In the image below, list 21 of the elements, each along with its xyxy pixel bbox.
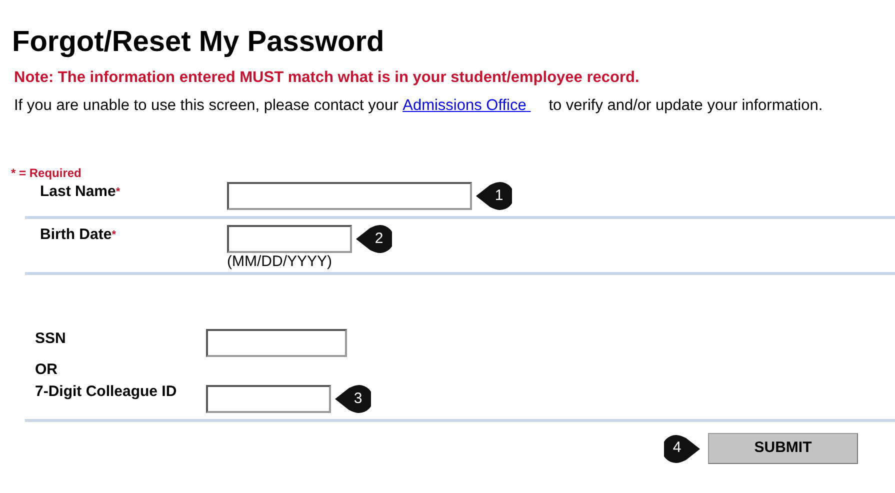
or-text: OR bbox=[35, 361, 58, 378]
field-label: Birth Date* bbox=[40, 225, 117, 245]
admissions-link[interactable]: Admissions Office bbox=[402, 96, 531, 116]
required-legend: * = Required bbox=[11, 166, 82, 180]
ssn-field[interactable] bbox=[206, 329, 347, 357]
field-label: Last Name* bbox=[40, 182, 122, 202]
page-title: Forgot/Reset My Password bbox=[12, 25, 386, 60]
callout-marker: 2 bbox=[354, 225, 392, 253]
callout-marker: 1 bbox=[474, 182, 512, 210]
field-label: SSN bbox=[35, 328, 67, 349]
note-text: Note: The information entered MUST match what is in your student/employee record. bbox=[14, 68, 640, 88]
submit-button[interactable]: SUBMIT bbox=[708, 433, 858, 464]
intro-text: to verify and/or update your information. bbox=[548, 96, 823, 116]
colleague-id-field[interactable] bbox=[206, 385, 331, 413]
text-field[interactable] bbox=[227, 225, 352, 253]
date-format-hint: (MM/DD/YYYY) bbox=[227, 253, 333, 270]
callout-marker: 4 bbox=[664, 434, 702, 462]
field-label: 7-Digit Colleague ID bbox=[35, 382, 178, 402]
callout-marker: 3 bbox=[333, 385, 371, 413]
text-field[interactable] bbox=[227, 182, 472, 210]
intro-text: If you are unable to use this screen, please contact your bbox=[14, 96, 400, 116]
